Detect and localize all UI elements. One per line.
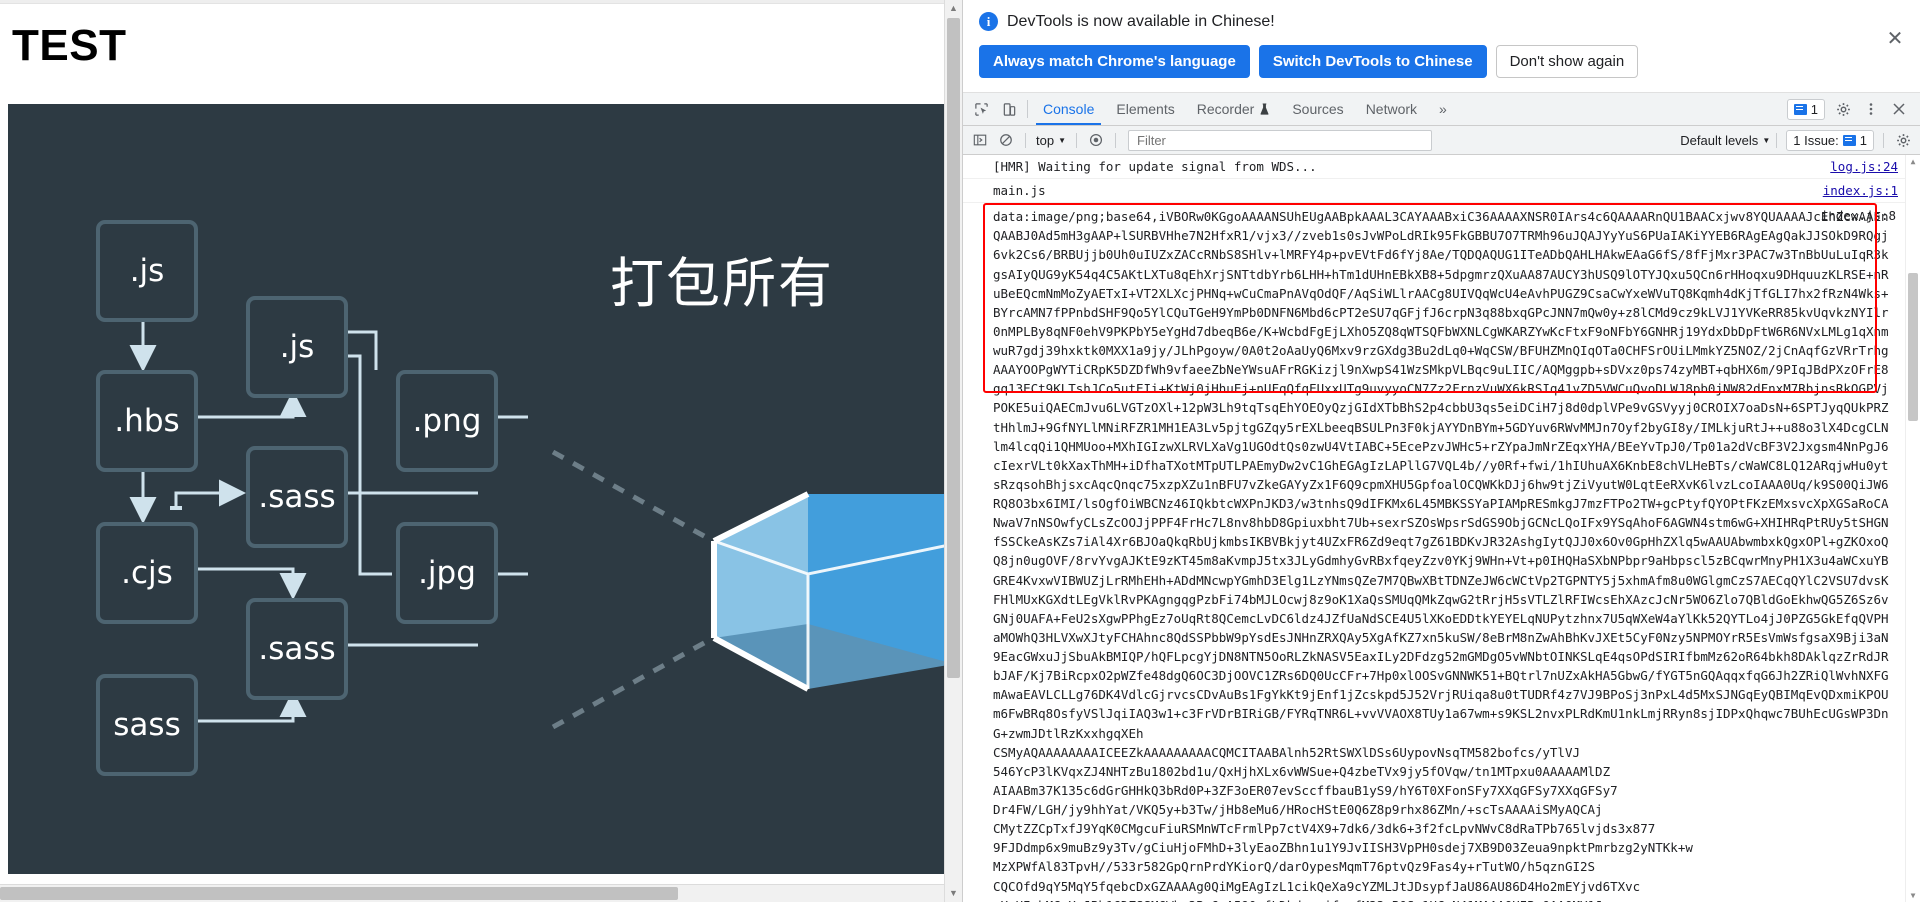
switch-to-chinese-button[interactable]: Switch DevTools to Chinese xyxy=(1258,45,1487,78)
base64-header: data:image/png;base64,iVBORw0KGgoAAAANSU… xyxy=(993,207,1898,743)
close-icon[interactable] xyxy=(1886,96,1912,122)
filter-input[interactable] xyxy=(1135,131,1425,149)
webpack-diagram: 打包所有 .js .js .hbs .png .sass .cjs .jpg .… xyxy=(8,104,954,874)
tabbar-right-actions: 1 xyxy=(1784,93,1916,125)
toolbar-divider xyxy=(1776,132,1778,148)
tab-label: Sources xyxy=(1292,101,1344,118)
console-base64-row[interactable]: data:image/png;base64,iVBORw0KGgoAAAANSU… xyxy=(963,203,1920,902)
execution-context-selector[interactable]: top ▼ xyxy=(1032,133,1070,148)
console-source-link[interactable]: index.js:8 xyxy=(1821,208,1896,223)
toolbar-divider xyxy=(1025,132,1026,148)
tab-label: Network xyxy=(1365,101,1418,118)
console-message-text: [HMR] Waiting for update signal from WDS… xyxy=(993,159,1317,175)
console-settings-gear-icon[interactable] xyxy=(1890,127,1916,153)
diagram-node: .sass xyxy=(246,598,348,700)
console-source-link[interactable]: index.js:1 xyxy=(1823,183,1898,198)
page-title: TEST xyxy=(12,21,127,70)
diagram-node: .js xyxy=(246,296,348,398)
diagram-node: .cjs xyxy=(96,522,198,624)
diagram-node: .hbs xyxy=(96,370,198,472)
diagram-node: .jpg xyxy=(396,522,498,624)
console-source-link[interactable]: log.js:24 xyxy=(1830,159,1898,174)
issue-icon xyxy=(1842,134,1856,146)
console-row[interactable]: main.js index.js:1 xyxy=(963,179,1920,204)
log-levels-selector[interactable]: Default levels ▼ xyxy=(1680,133,1770,148)
console-message-list[interactable]: [HMR] Waiting for update signal from WDS… xyxy=(963,155,1920,902)
scroll-down-icon[interactable]: ▼ xyxy=(1906,889,1920,902)
devtools-panel: i DevTools is now available in Chinese! … xyxy=(962,0,1920,902)
notice-message: DevTools is now available in Chinese! xyxy=(1007,12,1275,30)
close-icon[interactable]: ✕ xyxy=(1884,28,1906,50)
toolbar-divider xyxy=(1027,100,1028,119)
dont-show-again-button[interactable]: Don't show again xyxy=(1495,45,1639,78)
tab-label: Elements xyxy=(1116,101,1175,118)
live-expression-icon[interactable] xyxy=(1083,127,1109,153)
toolbar-divider xyxy=(1883,132,1884,148)
device-toolbar-icon[interactable] xyxy=(995,93,1023,125)
page-hscroll-thumb[interactable] xyxy=(0,887,678,900)
issues-chip[interactable]: 1 Issue: 1 xyxy=(1786,129,1874,151)
console-base64-tail: CSMyAQAAAAAAAAICEEZkAAAAAAAAACQMCITAABAl… xyxy=(993,744,1693,902)
console-row[interactable]: [HMR] Waiting for update signal from WDS… xyxy=(963,155,1920,180)
console-base64-text: data:image/png;base64,iVBORw0KGgoAAAANSU… xyxy=(993,209,1889,741)
execution-context-value: top xyxy=(1036,132,1055,148)
issues-count: 1 xyxy=(1859,132,1867,148)
toolbar-divider xyxy=(1076,132,1077,148)
diagram-node: .sass xyxy=(246,446,348,548)
issues-label: 1 Issue: xyxy=(1793,132,1839,148)
chevron-down-icon: ▼ xyxy=(1058,135,1066,145)
browser-page-viewport: TEST 打包所有 .js .js .hbs .png .sass .cjs .… xyxy=(0,0,962,902)
message-count-chip[interactable]: 1 xyxy=(1786,98,1825,120)
more-vertical-icon[interactable] xyxy=(1858,96,1884,122)
tab-sources[interactable]: Sources xyxy=(1281,93,1354,125)
tab-label: Recorder xyxy=(1196,101,1255,118)
message-icon xyxy=(1793,103,1807,115)
page-horizontal-scrollbar[interactable] xyxy=(0,884,945,902)
console-sidebar-icon[interactable] xyxy=(967,127,993,153)
page-top-divider xyxy=(0,0,962,4)
console-vertical-scrollbar[interactable]: ▲ ▼ xyxy=(1905,155,1920,902)
diagram-node: .js xyxy=(96,220,198,322)
notice-message-row: i DevTools is now available in Chinese! xyxy=(979,12,1906,31)
inspect-icon[interactable] xyxy=(967,93,995,125)
filter-input-wrapper[interactable] xyxy=(1128,129,1432,151)
language-notice-bar: i DevTools is now available in Chinese! … xyxy=(963,0,1920,93)
bundle-cube xyxy=(711,491,954,692)
always-match-language-button[interactable]: Always match Chrome's language xyxy=(979,45,1250,78)
tab-console[interactable]: Console xyxy=(1032,93,1105,126)
diagram-node: .png xyxy=(396,370,498,472)
tab-network[interactable]: Network xyxy=(1355,93,1428,125)
tab-label: Console xyxy=(1043,101,1095,118)
screen: TEST 打包所有 .js .js .hbs .png .sass .cjs .… xyxy=(0,0,1920,902)
tab-elements[interactable]: Elements xyxy=(1105,93,1185,125)
beaker-icon xyxy=(1259,103,1270,116)
info-icon: i xyxy=(979,12,998,31)
more-tabs-icon[interactable]: » xyxy=(1428,93,1458,125)
scroll-down-icon[interactable]: ▼ xyxy=(945,885,962,902)
toolbar-divider xyxy=(1115,132,1116,148)
notice-actions: Always match Chrome's language Switch De… xyxy=(979,45,1906,78)
clear-console-icon[interactable] xyxy=(993,127,1019,153)
chevron-down-icon: ▼ xyxy=(1762,135,1771,145)
diagram-caption: 打包所有 xyxy=(610,252,834,315)
console-message-text: main.js xyxy=(993,183,1046,199)
scroll-up-icon[interactable]: ▲ xyxy=(1906,155,1920,168)
page-vscroll-thumb[interactable] xyxy=(947,18,960,678)
scroll-up-icon[interactable]: ▲ xyxy=(945,0,962,17)
devtools-tabbar: Console Elements Recorder Sources Networ… xyxy=(963,93,1920,127)
log-levels-value: Default levels xyxy=(1680,132,1759,148)
settings-gear-icon[interactable] xyxy=(1830,96,1856,122)
message-count: 1 xyxy=(1810,101,1818,117)
console-vscroll-thumb[interactable] xyxy=(1908,273,1918,422)
tab-recorder[interactable]: Recorder xyxy=(1186,93,1282,125)
page-vertical-scrollbar[interactable]: ▲ ▼ xyxy=(944,0,962,902)
console-toolbar: top ▼ Default levels ▼ 1 Issue: 1 xyxy=(963,126,1920,156)
diagram-node: sass xyxy=(96,674,198,776)
